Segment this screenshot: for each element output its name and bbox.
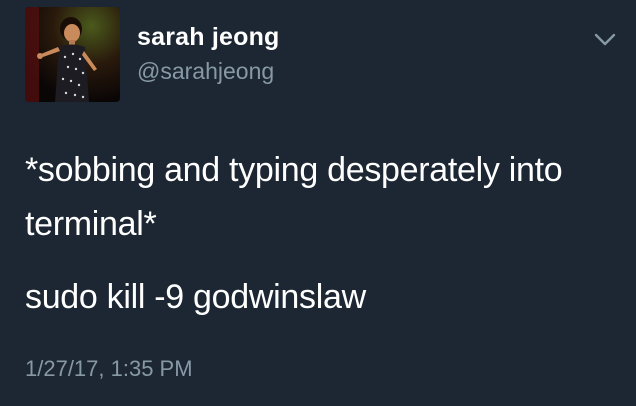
tweet-text-line: *sobbing and typing desperately into ter…: [25, 151, 563, 243]
author-handle[interactable]: @sarahjeong: [137, 58, 274, 85]
tweet-text-line: sudo kill -9 godwinslaw: [25, 278, 366, 316]
profile-photo-icon: [25, 7, 120, 102]
tweet-timestamp[interactable]: 1/27/17, 1:35 PM: [25, 356, 193, 382]
author-name[interactable]: sarah jeong: [137, 23, 280, 52]
tweet-card: sarah jeong @sarahjeong *sobbing and typ…: [0, 0, 636, 406]
chevron-down-icon[interactable]: [592, 30, 618, 50]
avatar[interactable]: [25, 7, 120, 102]
